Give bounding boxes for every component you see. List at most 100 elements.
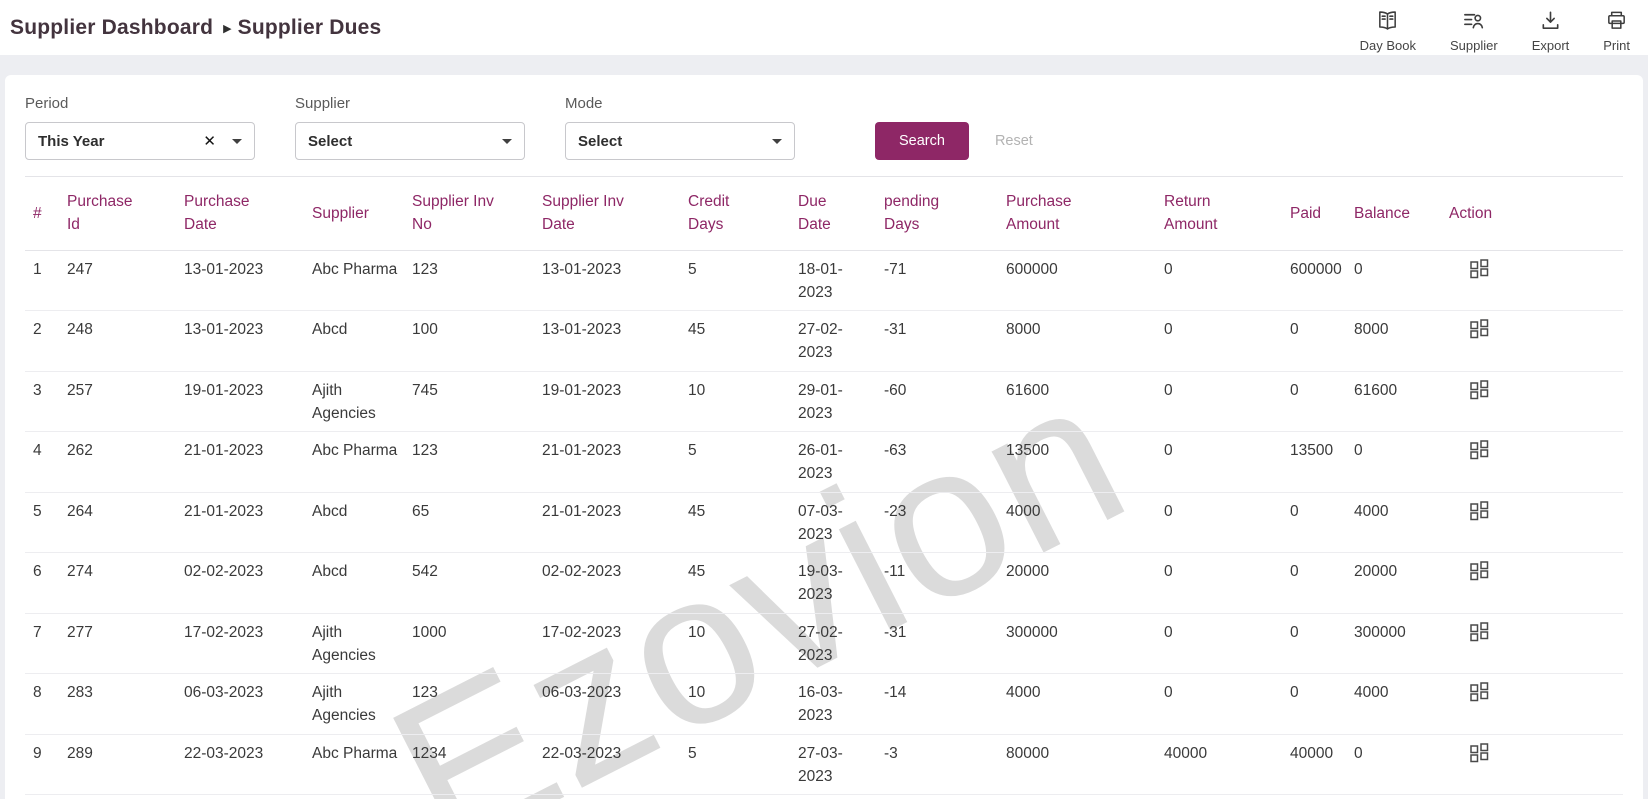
- period-label: Period: [25, 95, 69, 112]
- row-index-cell: 8: [25, 673, 67, 735]
- row-action-icon[interactable]: [1449, 250, 1623, 311]
- supplier-inv-date-cell: 17-02-2023: [542, 613, 688, 674]
- supplier-cell: Abcd: [312, 552, 412, 614]
- purchase-date-cell: 21-01-2023: [184, 431, 312, 493]
- clear-period-icon[interactable]: ✕: [203, 132, 216, 150]
- due-date-cell: 18-01-2023: [798, 250, 884, 311]
- col-balance: Balance: [1354, 176, 1449, 251]
- content-card: Period This Year ✕ Supplier Select Mode …: [5, 75, 1643, 799]
- period-value: This Year: [38, 132, 105, 150]
- mode-value: Select: [578, 132, 623, 150]
- mode-select[interactable]: Select: [565, 122, 795, 160]
- table-body: 1 247 13-01-2023 Abc Pharma 123 13-01-2023 5 18…: [25, 250, 1623, 795]
- pending-days-cell: -71: [884, 250, 1006, 311]
- mode-label: Mode: [565, 95, 603, 112]
- row-action-icon[interactable]: [1449, 734, 1623, 795]
- purchase-date-cell: 13-01-2023: [184, 310, 312, 372]
- supplier-label: Supplier: [1449, 37, 1498, 53]
- reset-button[interactable]: Reset: [995, 122, 1033, 160]
- purchase-amount-cell: 300000: [1006, 613, 1164, 674]
- row-action-icon[interactable]: [1449, 431, 1623, 493]
- supplier-inv-no-cell: 542: [412, 552, 542, 614]
- chevron-down-icon[interactable]: [502, 138, 512, 144]
- table-row: 1 247 13-01-2023 Abc Pharma 123 13-01-2023 5 18…: [25, 250, 1623, 311]
- export-button[interactable]: Export: [1532, 9, 1569, 53]
- col-action: Action: [1449, 176, 1623, 251]
- supplier-button[interactable]: Supplier: [1450, 9, 1498, 53]
- row-action-icon[interactable]: [1449, 310, 1623, 372]
- table-row: 4 262 21-01-2023 Abc Pharma 123 21-01-2023 5 26…: [25, 431, 1623, 493]
- purchase-date-cell: 13-01-2023: [184, 250, 312, 311]
- supplier-cell: Abcd: [312, 310, 412, 372]
- balance-cell: 20000: [1354, 552, 1449, 614]
- print-button[interactable]: Print: [1603, 9, 1630, 53]
- credit-days-cell: 5: [688, 734, 798, 795]
- row-action-icon[interactable]: [1449, 371, 1623, 432]
- purchase-id-cell: 264: [67, 492, 184, 553]
- supplier-select[interactable]: Select: [295, 122, 525, 160]
- col-supplier-inv-date: Supplier Inv Date: [542, 176, 688, 251]
- day-book-label: Day Book: [1359, 37, 1416, 53]
- purchase-id-cell: 289: [67, 734, 184, 795]
- credit-days-cell: 45: [688, 552, 798, 614]
- balance-cell: 0: [1354, 431, 1449, 493]
- supplier-cell: Abc Pharma: [312, 734, 412, 795]
- mode-filter: Mode Select: [565, 95, 795, 160]
- row-index-cell: 6: [25, 552, 67, 614]
- supplier-cell: Abcd: [312, 492, 412, 553]
- purchase-id-cell: 262: [67, 431, 184, 493]
- return-amount-cell: 0: [1164, 250, 1290, 311]
- credit-days-cell: 45: [688, 310, 798, 372]
- col-return-amount: Return Amount: [1164, 176, 1290, 251]
- row-action-icon[interactable]: [1449, 552, 1623, 614]
- purchase-amount-cell: 13500: [1006, 431, 1164, 493]
- col-purchase-id: Purchase Id: [67, 176, 184, 251]
- purchase-date-cell: 06-03-2023: [184, 673, 312, 735]
- paid-cell: 0: [1290, 310, 1354, 372]
- supplier-dues-table: # Purchase Id Purchase Date Supplier Sup…: [25, 176, 1623, 795]
- balance-cell: 4000: [1354, 673, 1449, 735]
- supplier-icon: [1462, 9, 1485, 38]
- col-purchase-amount: Purchase Amount: [1006, 176, 1164, 251]
- purchase-date-cell: 02-02-2023: [184, 552, 312, 614]
- purchase-amount-cell: 20000: [1006, 552, 1164, 614]
- day-book-button[interactable]: Day Book: [1360, 9, 1416, 53]
- purchase-amount-cell: 4000: [1006, 673, 1164, 735]
- pending-days-cell: -3: [884, 734, 1006, 795]
- pending-days-cell: -31: [884, 613, 1006, 674]
- table-row: 5 264 21-01-2023 Abcd 65 21-01-2023 45 07-03-20…: [25, 492, 1623, 553]
- chevron-down-icon[interactable]: [232, 138, 242, 144]
- chevron-down-icon[interactable]: [772, 138, 782, 144]
- row-action-icon[interactable]: [1449, 613, 1623, 674]
- breadcrumb-root[interactable]: Supplier Dashboard: [10, 16, 213, 40]
- period-select[interactable]: This Year ✕: [25, 122, 255, 160]
- topbar: Supplier Dashboard ▶ Supplier Dues Day B…: [0, 0, 1648, 55]
- due-date-cell: 16-03-2023: [798, 673, 884, 735]
- due-date-cell: 07-03-2023: [798, 492, 884, 553]
- supplier-cell: Abc Pharma: [312, 431, 412, 493]
- row-action-icon[interactable]: [1449, 673, 1623, 735]
- table-row: 8 283 06-03-2023 Ajith Agencies 123 06-03-202…: [25, 673, 1623, 735]
- print-icon: [1605, 9, 1628, 38]
- row-action-icon[interactable]: [1449, 492, 1623, 553]
- search-button[interactable]: Search: [875, 122, 969, 160]
- purchase-amount-cell: 4000: [1006, 492, 1164, 553]
- col-due-date: Due Date: [798, 176, 884, 251]
- paid-cell: 0: [1290, 552, 1354, 614]
- credit-days-cell: 5: [688, 431, 798, 493]
- top-actions: Day Book Supplier Export Print: [1360, 3, 1630, 53]
- return-amount-cell: 40000: [1164, 734, 1290, 795]
- supplier-cell: Abc Pharma: [312, 250, 412, 311]
- col-pending-days: pending Days: [884, 176, 1006, 251]
- pending-days-cell: -11: [884, 552, 1006, 614]
- period-filter: Period This Year ✕: [25, 95, 255, 160]
- supplier-inv-date-cell: 13-01-2023: [542, 310, 688, 372]
- purchase-date-cell: 17-02-2023: [184, 613, 312, 674]
- supplier-label: Supplier: [295, 95, 351, 112]
- paid-cell: 600000: [1290, 250, 1354, 311]
- balance-cell: 8000: [1354, 310, 1449, 372]
- return-amount-cell: 0: [1164, 673, 1290, 735]
- credit-days-cell: 45: [688, 492, 798, 553]
- balance-cell: 300000: [1354, 613, 1449, 674]
- supplier-inv-date-cell: 21-01-2023: [542, 431, 688, 493]
